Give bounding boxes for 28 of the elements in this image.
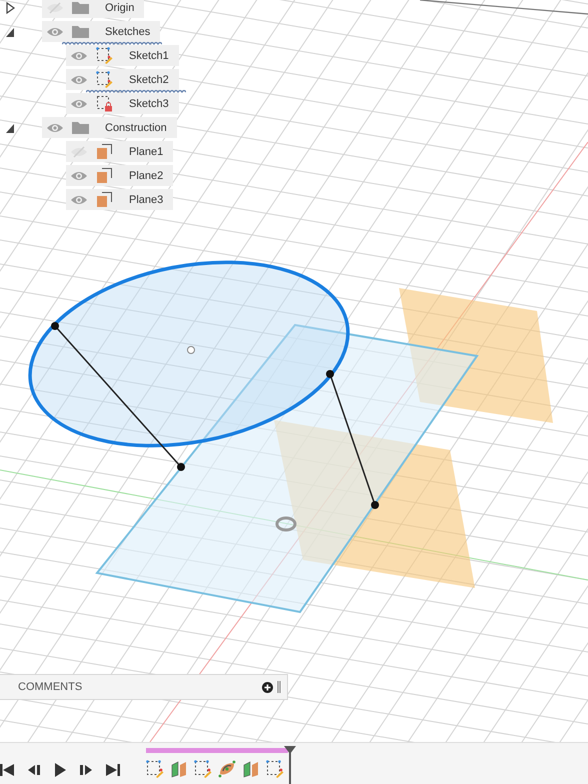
step-back-icon[interactable]	[26, 762, 42, 778]
skip-to-start-icon[interactable]	[0, 762, 16, 778]
folder-icon	[72, 25, 89, 38]
browser-item-label[interactable]: Plane1	[129, 146, 164, 158]
grip-icon[interactable]	[277, 681, 281, 693]
sketch-feature-icon[interactable]	[146, 760, 164, 778]
plane-icon	[96, 191, 113, 208]
axis-feature-icon[interactable]	[218, 760, 236, 778]
browser-item-label[interactable]: Plane2	[129, 170, 164, 182]
play-icon[interactable]	[52, 762, 68, 778]
folder-icon	[72, 1, 89, 14]
skip-to-end-icon[interactable]	[104, 762, 120, 778]
plane-icon	[96, 167, 113, 184]
sketch-feature-icon[interactable]	[194, 760, 212, 778]
center-point	[187, 346, 195, 354]
collapsed-arrow-icon[interactable]	[4, 0, 16, 14]
plane-feature-icon[interactable]	[170, 760, 188, 778]
origin-icon	[276, 516, 296, 532]
browser-item-label[interactable]: Plane3	[129, 194, 164, 206]
browser-item-label[interactable]: Origin	[105, 2, 134, 14]
folder-icon	[72, 121, 89, 134]
plane-feature-icon[interactable]	[242, 760, 260, 778]
sketch-feature-icon[interactable]	[266, 760, 284, 778]
step-forward-icon[interactable]	[78, 762, 94, 778]
comments-title: COMMENTS	[18, 681, 84, 693]
add-icon[interactable]	[262, 682, 273, 692]
timeline-marker-icon[interactable]	[284, 746, 296, 784]
plane-icon	[96, 143, 113, 160]
